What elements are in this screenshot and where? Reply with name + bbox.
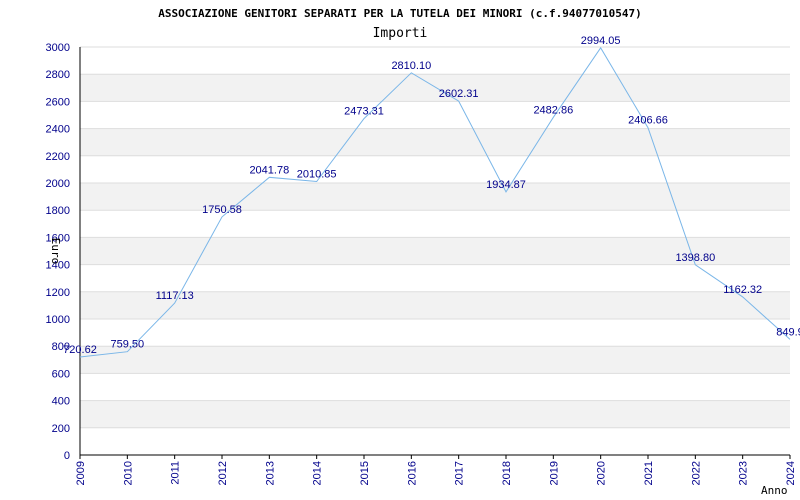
data-label: 1750.58	[202, 204, 242, 216]
y-tick-label: 3000	[46, 42, 70, 54]
data-label: 2406.66	[628, 115, 668, 127]
y-tick-label: 2600	[46, 96, 70, 108]
y-tick-label: 200	[52, 423, 70, 435]
x-tick-label: 2015	[359, 461, 371, 485]
plot-band	[80, 183, 790, 211]
y-tick-label: 2000	[46, 178, 70, 190]
data-label: 2994.05	[581, 35, 621, 47]
data-label: 2810.10	[391, 60, 431, 72]
x-tick-label: 2010	[122, 461, 134, 485]
plot-band	[80, 400, 790, 428]
y-tick-label: 400	[52, 396, 70, 408]
data-label: 849.9	[776, 326, 800, 338]
x-tick-label: 2017	[454, 461, 466, 485]
data-label: 1934.87	[486, 179, 526, 191]
y-axis-label: Euro	[49, 238, 62, 265]
data-label: 1162.32	[723, 284, 762, 296]
x-tick-label: 2016	[406, 461, 418, 485]
x-tick-label: 2012	[217, 461, 229, 485]
y-tick-label: 2400	[46, 124, 70, 136]
plot-band	[80, 74, 790, 102]
data-label: 2473.31	[344, 106, 384, 118]
data-label: 2482.86	[533, 104, 573, 116]
x-tick-label: 2013	[264, 461, 276, 485]
chart-title: ASSOCIAZIONE GENITORI SEPARATI PER LA TU…	[158, 7, 641, 20]
x-axis-label: Anno	[761, 484, 788, 497]
data-label: 720.62	[63, 344, 97, 356]
x-tick-label: 2024	[785, 461, 797, 485]
x-tick-label: 2014	[312, 461, 324, 485]
data-label: 759.50	[111, 339, 145, 351]
y-tick-label: 0	[64, 450, 70, 462]
x-tick-label: 2011	[170, 461, 182, 485]
x-tick-label: 2020	[596, 461, 608, 485]
x-tick-labels: 2009 2010 2011 2012 2013 2014 2015 2016 2017 2018…	[75, 461, 797, 485]
y-tick-label: 2800	[46, 69, 70, 81]
x-tick-label: 2018	[501, 461, 513, 485]
x-tick-label: 2023	[738, 461, 750, 485]
data-label: 2010.85	[297, 169, 337, 181]
data-label: 2041.78	[249, 164, 289, 176]
x-tick-label: 2021	[643, 461, 655, 485]
x-tick-label: 2009	[75, 461, 87, 485]
data-label: 1117.13	[156, 290, 194, 302]
x-tick-label: 2019	[548, 461, 560, 485]
y-tick-label: 1000	[46, 314, 70, 326]
chart: 0200400600800100012001400160018002000220…	[46, 7, 800, 497]
x-tick-label: 2022	[690, 461, 702, 485]
data-label: 1398.80	[675, 252, 715, 264]
y-tick-label: 2200	[46, 151, 70, 163]
data-label: 2602.31	[439, 88, 479, 100]
y-tick-label: 1800	[46, 205, 70, 217]
y-tick-label: 600	[52, 368, 70, 380]
y-tick-label: 1200	[46, 287, 70, 299]
chart-subtitle: Importi	[373, 26, 428, 41]
plot-band	[80, 346, 790, 374]
plot-band	[80, 128, 790, 156]
